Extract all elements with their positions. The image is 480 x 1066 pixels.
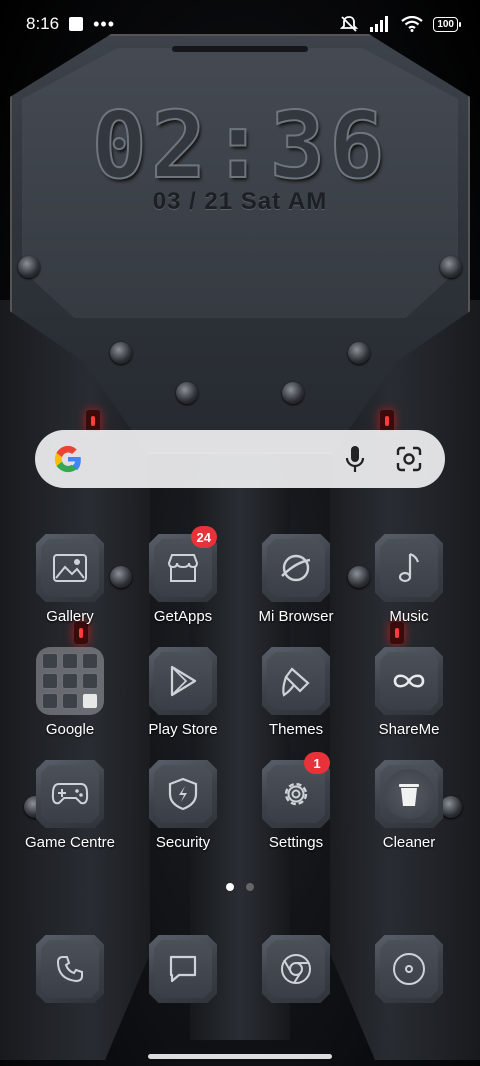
signal-icon <box>370 16 389 32</box>
bolt-decoration <box>110 342 132 364</box>
shareme-icon <box>393 674 425 688</box>
status-time: 8:16 <box>26 14 60 33</box>
app-label: Security <box>155 834 211 851</box>
store-icon <box>167 554 199 582</box>
browser-icon <box>281 554 311 582</box>
gesture-navigation-bar[interactable] <box>148 1054 332 1059</box>
app-play-store[interactable]: Play Store <box>133 647 233 738</box>
google-search-bar[interactable] <box>35 430 445 488</box>
music-icon <box>398 552 420 583</box>
app-security[interactable]: Security <box>133 760 233 851</box>
notification-icon <box>69 17 84 31</box>
app-label: GetApps <box>153 608 213 625</box>
dock-camera[interactable] <box>359 935 459 1003</box>
mic-icon <box>345 446 365 472</box>
bolt-decoration <box>18 256 40 278</box>
app-settings[interactable]: 1 Settings <box>246 752 346 851</box>
app-label: ShareMe <box>378 721 440 738</box>
google-logo-icon <box>54 445 81 473</box>
bolt-decoration <box>348 342 370 364</box>
google-lens-button[interactable] <box>391 441 427 477</box>
app-label: Settings <box>268 834 324 851</box>
gear-icon <box>284 782 308 806</box>
clock-widget-time[interactable]: 02:36 <box>0 91 480 200</box>
app-label: Game Centre <box>24 834 116 851</box>
messages-icon <box>169 955 197 983</box>
bolt-decoration <box>176 382 198 404</box>
phone-icon <box>56 956 83 983</box>
mute-icon <box>340 16 359 32</box>
app-label: Gallery <box>46 608 94 625</box>
bolt-decoration <box>282 382 304 404</box>
app-getapps[interactable]: 24 GetApps <box>133 526 233 625</box>
app-themes[interactable]: Themes <box>246 647 346 738</box>
app-label: Google <box>45 721 95 738</box>
app-gallery[interactable]: Gallery <box>20 534 120 625</box>
gallery-icon <box>53 554 87 582</box>
clock-widget-date[interactable]: 03 / 21 Sat AM <box>0 188 480 216</box>
dock-chrome[interactable] <box>246 935 346 1003</box>
folder-google[interactable]: Google <box>20 647 120 738</box>
voice-search-button[interactable] <box>337 441 373 477</box>
app-cleaner[interactable]: Cleaner <box>359 760 459 851</box>
play-store-icon <box>170 665 197 697</box>
battery-indicator: 100 <box>433 16 461 32</box>
app-label: Music <box>389 608 429 625</box>
folder-icon <box>36 647 104 715</box>
camera-icon <box>393 953 425 985</box>
app-game-centre[interactable]: Game Centre <box>20 760 120 851</box>
status-bar: 8:16 ••• 100 <box>0 0 480 48</box>
red-light-decoration <box>390 622 404 644</box>
app-label: Cleaner <box>382 834 436 851</box>
lens-icon <box>396 446 422 472</box>
red-light-decoration <box>86 410 100 432</box>
app-mi-browser[interactable]: Mi Browser <box>246 534 346 625</box>
page-indicator <box>0 883 480 891</box>
notification-badge: 24 <box>190 526 217 548</box>
notification-badge: 1 <box>304 752 330 774</box>
gamepad-icon <box>51 783 89 805</box>
chrome-icon <box>281 954 311 984</box>
app-label: Play Store <box>148 721 218 738</box>
app-label: Mi Browser <box>258 608 334 625</box>
trash-icon <box>384 769 434 819</box>
dock-messages[interactable] <box>133 935 233 1003</box>
red-light-decoration <box>74 622 88 644</box>
wifi-icon <box>401 16 423 32</box>
app-music[interactable]: Music <box>359 534 459 625</box>
more-notifications-icon: ••• <box>93 14 115 34</box>
app-shareme[interactable]: ShareMe <box>359 647 459 738</box>
themes-icon <box>282 667 310 697</box>
shield-icon <box>168 777 198 811</box>
page-dot-active[interactable] <box>226 883 234 891</box>
page-dot[interactable] <box>246 883 254 891</box>
dock-phone[interactable] <box>20 935 120 1003</box>
app-label: Themes <box>268 721 324 738</box>
bolt-decoration <box>440 256 462 278</box>
red-light-decoration <box>380 410 394 432</box>
